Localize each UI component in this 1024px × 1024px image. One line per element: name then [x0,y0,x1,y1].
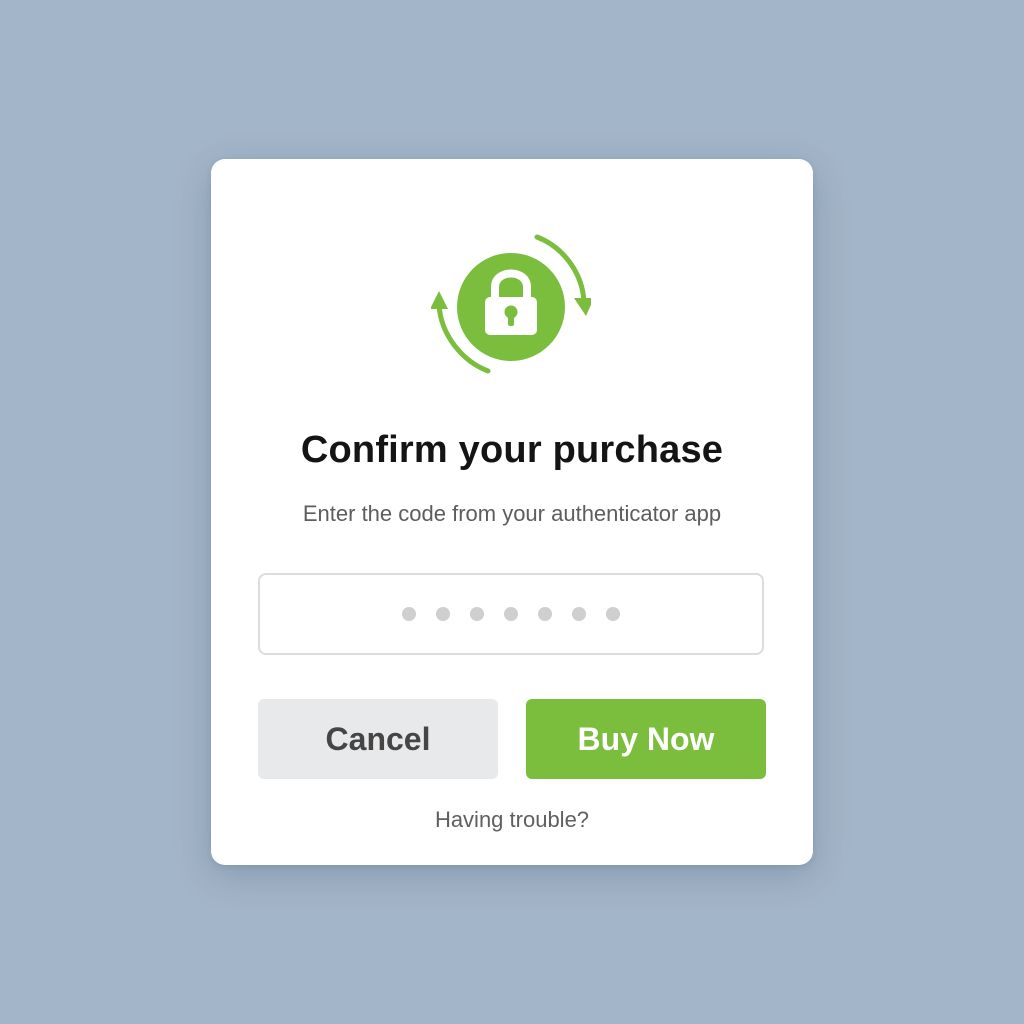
having-trouble-link[interactable]: Having trouble? [211,807,813,833]
code-dot [436,607,450,621]
authenticator-code-input[interactable] [258,573,764,655]
dialog-subtitle: Enter the code from your authenticator a… [302,501,722,526]
dialog-title: Confirm your purchase [300,429,724,471]
code-dot [470,607,484,621]
refresh-lock-icon [431,227,591,379]
code-dot [572,607,586,621]
code-dot [606,607,620,621]
cancel-button[interactable]: Cancel [258,699,498,779]
code-dot [402,607,416,621]
buy-now-button[interactable]: Buy Now [526,699,766,779]
code-dot [538,607,552,621]
code-dot [504,607,518,621]
confirm-purchase-dialog: Confirm your purchase Enter the code fro… [211,159,813,865]
code-placeholder-dots [402,607,620,621]
